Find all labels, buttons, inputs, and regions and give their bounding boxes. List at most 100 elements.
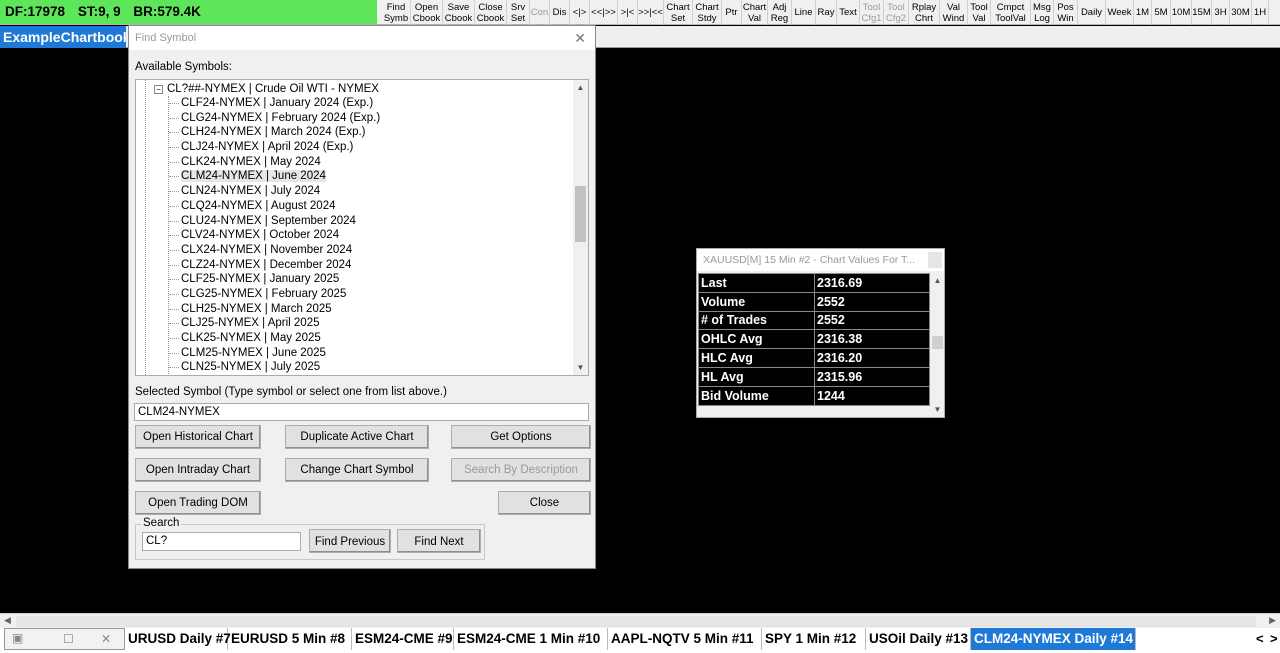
symbol-list-item[interactable]: CLF24-NYMEX | January 2024 (Exp.) (169, 96, 380, 111)
maximize-icon[interactable]: ☐ (63, 632, 74, 646)
chart-tab[interactable]: USOil Daily #13 (866, 628, 971, 650)
toolbar-button[interactable]: >|< (618, 0, 638, 25)
toolbar-button[interactable]: Chart Val (742, 0, 768, 25)
duplicate-active-chart-button[interactable]: Duplicate Active Chart (285, 425, 429, 449)
symbol-list-item[interactable]: CLM24-NYMEX | June 2024 (169, 169, 380, 184)
toolbar-button[interactable]: Save Cbook (443, 0, 475, 25)
scroll-left-icon[interactable]: ◀ (4, 615, 11, 626)
symbol-list-item[interactable]: CLQ24-NYMEX | August 2024 (169, 199, 380, 214)
toolbar-button[interactable]: 1H (1252, 0, 1269, 25)
toolbar-button[interactable]: 10M (1171, 0, 1192, 25)
restore-window-icon[interactable]: ▣ (12, 631, 23, 645)
symbol-list-item[interactable]: CLX24-NYMEX | November 2024 (169, 243, 380, 258)
get-options-button[interactable]: Get Options (451, 425, 591, 449)
close-icon[interactable]: ✕ (101, 632, 111, 646)
scroll-thumb[interactable] (575, 186, 586, 242)
toolbar-button[interactable]: Ray (816, 0, 837, 25)
toolbar-button[interactable]: Srv Set (507, 0, 530, 25)
minimized-window[interactable]: ▣ ☐ ✕ (4, 628, 125, 650)
toolbar-button[interactable]: <|> (570, 0, 590, 25)
toolbar-button[interactable]: 30M (1230, 0, 1252, 25)
chart-tab[interactable]: CLM24-NYMEX Daily #14 (971, 628, 1136, 650)
toolbar-button[interactable]: Text (837, 0, 860, 25)
symbol-list-item[interactable]: CLK25-NYMEX | May 2025 (169, 331, 380, 346)
scroll-up-icon[interactable]: ▲ (931, 276, 944, 285)
toolbar-button[interactable]: Close Cbook (475, 0, 507, 25)
toolbar-button[interactable]: Tool Cfg1 (860, 0, 884, 25)
toolbar-button[interactable]: 1M (1134, 0, 1152, 25)
toolbar-button[interactable]: Cmpct ToolVal (991, 0, 1031, 25)
toolbar-button[interactable]: Week (1106, 0, 1134, 25)
symbol-tree[interactable]: − CL?##-NYMEX | Crude Oil WTI - NYMEX CLF… (135, 79, 589, 376)
chart-tab[interactable]: EURUSD 5 Min #8 (228, 628, 352, 650)
toolbar-button[interactable]: Rplay Chrt (909, 0, 940, 25)
chart-values-scrollbar[interactable]: ▲ ▼ (931, 273, 944, 417)
chart-tab[interactable]: AAPL-NQTV 5 Min #11 (608, 628, 762, 650)
toolbar-button[interactable]: Dis (550, 0, 570, 25)
toolbar-button[interactable]: Daily (1078, 0, 1106, 25)
search-by-description-button[interactable]: Search By Description (451, 458, 591, 482)
chart-tab[interactable]: SPY 1 Min #12 (762, 628, 866, 650)
symbol-list-item[interactable]: CLJ25-NYMEX | April 2025 (169, 316, 380, 331)
toolbar-button[interactable]: 5M (1152, 0, 1171, 25)
symbol-list-item[interactable]: CLH25-NYMEX | March 2025 (169, 302, 380, 317)
toolbar-button[interactable]: Msg Log (1031, 0, 1054, 25)
toolbar-button[interactable]: Chart Set (664, 0, 693, 25)
toolbar-button[interactable]: Adj Reg (768, 0, 792, 25)
scroll-thumb[interactable] (16, 616, 1256, 627)
toolbar-button[interactable]: 15M (1192, 0, 1212, 25)
open-intraday-chart-button[interactable]: Open Intraday Chart (135, 458, 261, 482)
close-button[interactable]: Close (498, 491, 591, 515)
scroll-down-icon[interactable]: ▼ (573, 360, 588, 375)
toolbar-button[interactable]: Pos Win (1054, 0, 1078, 25)
tab-next-icon[interactable]: > (1270, 631, 1278, 646)
toolbar-button[interactable]: <<|>> (590, 0, 618, 25)
toolbar-button[interactable]: Con (530, 0, 550, 25)
scroll-right-icon[interactable]: ▶ (1269, 615, 1276, 626)
toolbar-button[interactable]: Open Cbook (411, 0, 443, 25)
close-icon[interactable]: ✕ (574, 30, 586, 47)
chart-horizontal-scrollbar[interactable]: ◀ ▶ (0, 613, 1280, 628)
symbol-list-item[interactable]: CLG25-NYMEX | February 2025 (169, 287, 380, 302)
tab-prev-icon[interactable]: < (1256, 631, 1264, 646)
tree-scrollbar[interactable]: ▲ ▼ (573, 80, 588, 375)
chart-values-titlebar[interactable]: XAUUSD[M] 15 Min #2 - Chart Values For T… (697, 249, 944, 271)
symbol-list-item[interactable]: CLU24-NYMEX | September 2024 (169, 214, 380, 229)
scroll-down-icon[interactable]: ▼ (931, 405, 944, 414)
collapse-icon[interactable]: − (154, 85, 163, 94)
chartbook-tab[interactable]: ExampleChartbook (0, 26, 131, 48)
toolbar-button[interactable]: Chart Stdy (693, 0, 722, 25)
toolbar-button[interactable]: Ptr (722, 0, 742, 25)
selected-symbol-input[interactable]: CLM24-NYMEX (134, 403, 589, 421)
symbol-list-item[interactable]: CLN24-NYMEX | July 2024 (169, 184, 380, 199)
find-previous-button[interactable]: Find Previous (309, 529, 391, 553)
chart-tab[interactable]: ESM24-CME #9 (352, 628, 454, 650)
open-trading-dom-button[interactable]: Open Trading DOM (135, 491, 261, 515)
search-input[interactable]: CL? (142, 532, 301, 551)
symbol-list-item[interactable]: CLF25-NYMEX | January 2025 (169, 272, 380, 287)
toolbar-button[interactable]: Tool Val (968, 0, 991, 25)
toolbar-button[interactable]: Find Symb (382, 0, 411, 25)
toolbar-button[interactable]: Line (792, 0, 816, 25)
toolbar-button[interactable]: >>|<< (638, 0, 664, 25)
symbol-list-item[interactable]: CLM25-NYMEX | June 2025 (169, 346, 380, 361)
symbol-list-item[interactable]: CLZ24-NYMEX | December 2024 (169, 258, 380, 273)
symbol-list-item[interactable]: CLN25-NYMEX | July 2025 (169, 360, 380, 375)
scroll-up-icon[interactable]: ▲ (573, 80, 588, 95)
symbol-list-item[interactable]: CLG24-NYMEX | February 2024 (Exp.) (169, 111, 380, 126)
open-historical-chart-button[interactable]: Open Historical Chart (135, 425, 261, 449)
chart-tab[interactable]: URUSD Daily #7 (125, 628, 231, 650)
scroll-thumb[interactable] (932, 336, 943, 349)
dialog-titlebar[interactable]: Find Symbol ✕ (129, 26, 595, 50)
tree-root-node[interactable]: − CL?##-NYMEX | Crude Oil WTI - NYMEX (154, 83, 379, 95)
symbol-list-item[interactable]: CLJ24-NYMEX | April 2024 (Exp.) (169, 140, 380, 155)
toolbar-button[interactable]: Val Wind (940, 0, 968, 25)
chart-tab[interactable]: ESM24-CME 1 Min #10 (454, 628, 608, 650)
toolbar-button[interactable]: 3H (1212, 0, 1230, 25)
window-control-icon[interactable] (928, 252, 942, 268)
symbol-list-item[interactable]: CLV24-NYMEX | October 2024 (169, 228, 380, 243)
change-chart-symbol-button[interactable]: Change Chart Symbol (285, 458, 429, 482)
symbol-list-item[interactable]: CLK24-NYMEX | May 2024 (169, 155, 380, 170)
find-next-button[interactable]: Find Next (397, 529, 481, 553)
toolbar-button[interactable]: Tool Cfg2 (884, 0, 909, 25)
